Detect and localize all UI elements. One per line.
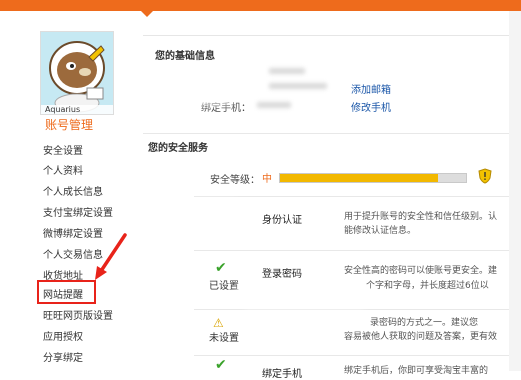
- main-content: 您的基础信息 添加邮箱 绑定手机： 修改手机 您的安全服务 安全等级： 中 身份…: [129, 15, 521, 380]
- change-phone-link[interactable]: 修改手机: [351, 99, 391, 114]
- security-level-value: 中: [262, 174, 272, 185]
- white-smear: [168, 201, 238, 247]
- scrollbar[interactable]: [509, 11, 521, 371]
- row-divider: [194, 250, 516, 251]
- security-level-bar: [279, 173, 467, 183]
- redacted-phone: [257, 102, 291, 108]
- service-desc-question-2: 容易被他人获取的问题及答案，更有效: [344, 332, 498, 342]
- warning-icon: ⚠: [213, 316, 224, 330]
- account-management-title: 账号管理: [45, 118, 94, 132]
- diver-avatar-icon: [41, 32, 113, 114]
- service-desc-password-1: 安全性高的密码可以使账号更安全。建: [344, 266, 498, 276]
- sidebar-item-alipay-binding[interactable]: 支付宝绑定设置: [43, 204, 113, 219]
- basic-info-title: 您的基础信息: [155, 51, 215, 62]
- white-smear: [244, 311, 364, 329]
- sidebar-item-growth-info[interactable]: 个人成长信息: [43, 183, 103, 198]
- service-name-identity: 身份认证: [262, 215, 302, 226]
- security-level-label: 安全等级：: [210, 175, 260, 186]
- security-services-title: 您的安全服务: [148, 143, 208, 154]
- row-divider: [194, 355, 516, 356]
- sidebar-item-app-authorization[interactable]: 应用授权: [43, 328, 83, 343]
- check-icon: ✔: [215, 260, 227, 276]
- sidebar-item-wangwang-web[interactable]: 旺旺网页版设置: [43, 307, 113, 322]
- sidebar-item-security-settings[interactable]: 安全设置: [43, 142, 83, 157]
- sidebar-item-share-binding[interactable]: 分享绑定: [43, 349, 83, 364]
- service-desc-password-2: 个字和字母，并长度超过6位以: [366, 281, 489, 291]
- service-status-security-question: 未设置: [209, 333, 239, 344]
- service-desc-question-1: 录密码的方式之一。建议您: [370, 318, 479, 328]
- service-desc-identity-1: 用于提升账号的安全性和信任级别。认: [344, 212, 498, 222]
- sidebar-item-profile[interactable]: 个人资料: [43, 162, 83, 177]
- service-name-password: 登录密码: [262, 269, 302, 280]
- highlight-box: [37, 280, 96, 304]
- row-divider: [194, 309, 516, 310]
- avatar[interactable]: Aquarius: [40, 31, 114, 115]
- section-divider: [143, 133, 521, 134]
- white-smear: [236, 285, 366, 311]
- security-level-fill: [280, 174, 439, 182]
- white-smear: [129, 67, 234, 105]
- avatar-caption: Aquarius: [41, 105, 113, 114]
- top-bar: [0, 0, 521, 11]
- redacted-username: [269, 68, 305, 74]
- service-desc-phone-binding: 绑定手机后，你即可享受淘宝丰富的: [344, 366, 489, 376]
- sidebar: Aquarius 账号管理 安全设置 个人资料 个人成长信息 支付宝绑定设置 微…: [0, 11, 130, 371]
- service-status-password: 已设置: [209, 281, 239, 292]
- red-arrow-icon: [95, 233, 127, 280]
- service-name-phone-binding: 绑定手机: [262, 369, 302, 380]
- redacted-email: [269, 83, 327, 89]
- service-desc-identity-2: 能修改认证信息。: [344, 226, 417, 236]
- shield-icon: [478, 168, 492, 184]
- add-email-link[interactable]: 添加邮箱: [351, 81, 391, 96]
- row-divider: [194, 196, 516, 197]
